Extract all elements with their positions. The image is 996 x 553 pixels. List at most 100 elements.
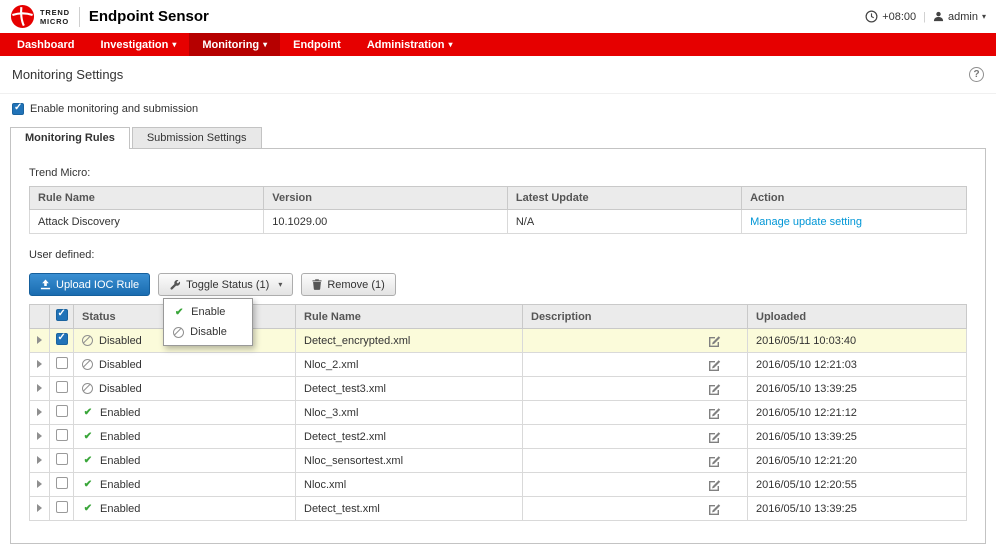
brand-bottom-text: MICRO bbox=[40, 17, 70, 26]
uploaded-timestamp: 2016/05/10 12:20:55 bbox=[748, 473, 967, 497]
remove-button-label: Remove (1) bbox=[327, 279, 384, 291]
dropdown-item-label: Enable bbox=[191, 306, 225, 318]
help-icon[interactable] bbox=[969, 67, 984, 82]
status-label: Disabled bbox=[99, 335, 142, 347]
monitoring-rules-panel: Trend Micro: Rule Name Version Latest Up… bbox=[10, 148, 986, 544]
tab-submission-settings[interactable]: Submission Settings bbox=[132, 127, 262, 148]
chevron-down-icon: ▾ bbox=[263, 40, 267, 49]
edit-icon[interactable] bbox=[708, 454, 721, 467]
toggle-status-label: Toggle Status (1) bbox=[186, 279, 269, 291]
expand-row-icon[interactable] bbox=[37, 408, 42, 416]
timezone-indicator[interactable]: +08:00 bbox=[865, 10, 916, 23]
trend-rule-row: Attack Discovery 10.1029.00 N/A Manage u… bbox=[30, 210, 967, 234]
rule-row: Enabled Nloc.xml 2016 bbox=[30, 473, 967, 497]
chevron-down-icon: ▾ bbox=[982, 12, 986, 21]
nav-item-label: Investigation bbox=[100, 39, 168, 51]
tab-bar: Monitoring RulesSubmission Settings bbox=[10, 127, 986, 148]
row-checkbox[interactable] bbox=[56, 357, 68, 369]
chevron-down-icon: ▾ bbox=[172, 40, 176, 49]
column-header-action: Action bbox=[742, 187, 967, 210]
select-all-checkbox[interactable] bbox=[56, 309, 68, 321]
status-label: Enabled bbox=[100, 503, 140, 515]
enable-check-icon bbox=[173, 307, 185, 318]
enable-monitoring-checkbox[interactable] bbox=[12, 103, 24, 115]
row-checkbox[interactable] bbox=[56, 333, 68, 345]
dropdown-item-enable[interactable]: Enable bbox=[164, 302, 252, 322]
top-bar-right: +08:00 | admin ▾ bbox=[865, 10, 986, 23]
row-checkbox[interactable] bbox=[56, 453, 68, 465]
column-header-latest-update: Latest Update bbox=[507, 187, 741, 210]
manage-update-setting-link[interactable]: Manage update setting bbox=[750, 216, 862, 228]
trend-rule-version: 10.1029.00 bbox=[264, 210, 508, 234]
edit-icon[interactable] bbox=[708, 382, 721, 395]
expand-row-icon[interactable] bbox=[37, 336, 42, 344]
row-checkbox[interactable] bbox=[56, 501, 68, 513]
page-header: Monitoring Settings bbox=[0, 56, 996, 94]
expand-row-icon[interactable] bbox=[37, 432, 42, 440]
trend-micro-rules-table: Rule Name Version Latest Update Action A… bbox=[29, 186, 967, 234]
nav-item-administration[interactable]: Administration ▾ bbox=[354, 33, 466, 56]
user-menu[interactable]: admin ▾ bbox=[933, 11, 986, 23]
tab-monitoring-rules[interactable]: Monitoring Rules bbox=[10, 127, 130, 149]
rule-name: Detect_test.xml bbox=[296, 497, 523, 521]
upload-ioc-rule-button[interactable]: Upload IOC Rule bbox=[29, 273, 150, 296]
trend-micro-section-label: Trend Micro: bbox=[29, 167, 967, 179]
row-checkbox[interactable] bbox=[56, 477, 68, 489]
edit-icon[interactable] bbox=[708, 358, 721, 371]
rule-name: Detect_encrypted.xml bbox=[296, 329, 523, 353]
user-icon bbox=[933, 11, 944, 22]
rule-row: Enabled Nloc_sensortest.xml bbox=[30, 449, 967, 473]
expand-column-header bbox=[30, 305, 50, 329]
edit-icon[interactable] bbox=[708, 334, 721, 347]
trend-micro-logo-icon bbox=[10, 4, 35, 29]
username-label: admin bbox=[948, 11, 978, 23]
row-checkbox[interactable] bbox=[56, 429, 68, 441]
rule-row: Enabled Nloc_3.xml 20 bbox=[30, 401, 967, 425]
expand-row-icon[interactable] bbox=[37, 456, 42, 464]
nav-item-investigation[interactable]: Investigation ▾ bbox=[87, 33, 189, 56]
rule-name: Nloc_2.xml bbox=[296, 353, 523, 377]
dropdown-item-disable[interactable]: Disable bbox=[164, 322, 252, 342]
remove-button[interactable]: Remove (1) bbox=[301, 273, 395, 296]
edit-icon[interactable] bbox=[708, 406, 721, 419]
toggle-status-wrap: Toggle Status (1) ▾ EnableDisable bbox=[158, 273, 293, 296]
rules-toolbar: Upload IOC Rule Toggle Status (1) ▾ Enab… bbox=[29, 273, 967, 296]
expand-row-icon[interactable] bbox=[37, 504, 42, 512]
row-checkbox[interactable] bbox=[56, 381, 68, 393]
expand-row-icon[interactable] bbox=[37, 480, 42, 488]
wrench-icon bbox=[169, 279, 181, 291]
nav-item-label: Endpoint bbox=[293, 39, 341, 51]
expand-row-icon[interactable] bbox=[37, 360, 42, 368]
topbar-divider: | bbox=[923, 11, 926, 23]
rule-row: Disabled Detect_test3.xml bbox=[30, 377, 967, 401]
uploaded-timestamp: 2016/05/10 13:39:25 bbox=[748, 425, 967, 449]
user-defined-section-label: User defined: bbox=[29, 249, 967, 261]
nav-item-monitoring[interactable]: Monitoring ▾ bbox=[189, 33, 280, 56]
chevron-down-icon: ▾ bbox=[448, 40, 452, 49]
dropdown-item-label: Disable bbox=[190, 326, 227, 338]
disabled-icon bbox=[82, 335, 93, 346]
edit-icon[interactable] bbox=[708, 502, 721, 515]
uploaded-timestamp: 2016/05/10 13:39:25 bbox=[748, 377, 967, 401]
edit-icon[interactable] bbox=[708, 478, 721, 491]
uploaded-timestamp: 2016/05/10 12:21:03 bbox=[748, 353, 967, 377]
nav-item-dashboard[interactable]: Dashboard bbox=[4, 33, 87, 56]
brand: TREND MICRO Endpoint Sensor bbox=[10, 4, 209, 29]
status-label: Enabled bbox=[100, 479, 140, 491]
edit-icon[interactable] bbox=[708, 430, 721, 443]
toggle-status-button[interactable]: Toggle Status (1) ▾ bbox=[158, 273, 293, 296]
status-label: Disabled bbox=[99, 359, 142, 371]
trend-rule-latest-update: N/A bbox=[507, 210, 741, 234]
row-checkbox[interactable] bbox=[56, 405, 68, 417]
column-header-rule-name: Rule Name bbox=[296, 305, 523, 329]
column-header-description: Description bbox=[523, 305, 748, 329]
product-title: Endpoint Sensor bbox=[89, 8, 209, 25]
brand-divider bbox=[79, 7, 80, 27]
expand-row-icon[interactable] bbox=[37, 384, 42, 392]
trend-table-header-row: Rule Name Version Latest Update Action bbox=[30, 187, 967, 210]
uploaded-timestamp: 2016/05/10 12:21:20 bbox=[748, 449, 967, 473]
uploaded-timestamp: 2016/05/11 10:03:40 bbox=[748, 329, 967, 353]
rule-name: Detect_test3.xml bbox=[296, 377, 523, 401]
nav-item-endpoint[interactable]: Endpoint bbox=[280, 33, 354, 56]
rule-name: Detect_test2.xml bbox=[296, 425, 523, 449]
